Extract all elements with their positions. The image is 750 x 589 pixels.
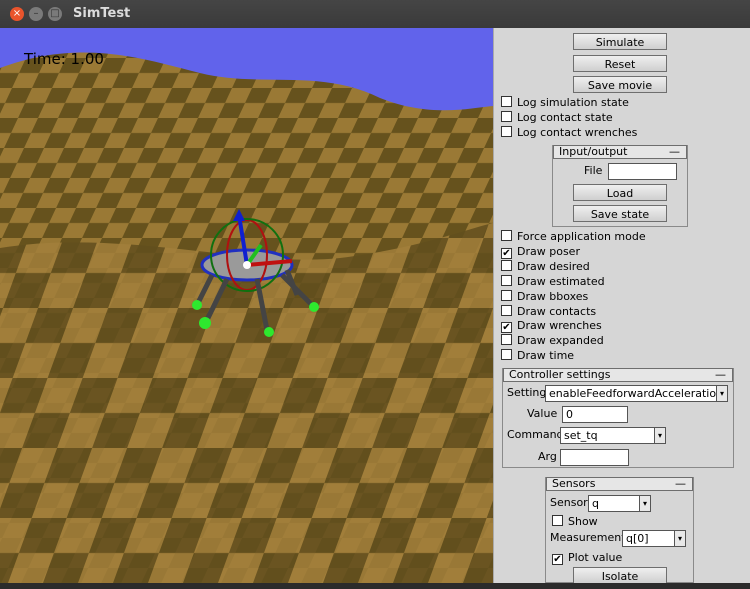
checkbox-label: Draw bboxes [517,289,589,303]
group-header[interactable]: Sensors — [546,477,693,491]
checkbox-box[interactable]: ✔ [501,247,512,259]
checkbox-box[interactable] [501,274,512,286]
checkbox-box[interactable] [501,96,512,107]
show-checkbox[interactable]: Show [552,515,598,529]
checkbox-box[interactable] [501,289,512,301]
checkbox-label: Draw wrenches [517,319,602,333]
simulation-viewport[interactable]: Time: 1.00 [0,28,493,583]
log-simulation-checkbox[interactable]: Log simulation state [501,96,629,110]
checkbox-label: Draw desired [517,259,590,273]
measurement-label: Measurement [550,531,626,544]
checkbox-label: Draw time [517,349,575,363]
control-panel: Simulate Reset Save movie Log simulation… [493,28,750,583]
arg-input[interactable] [560,449,629,466]
checkbox-box[interactable] [501,230,512,241]
isolate-button[interactable]: Isolate [573,567,667,583]
checkbox-label: Draw poser [517,244,580,258]
group-title: Sensors [552,477,596,490]
save-state-button[interactable]: Save state [573,205,667,222]
draw-option-checkbox[interactable]: Draw desired [501,259,590,274]
setting-dropdown[interactable]: enableFeedforwardAcceleration ▾ [545,385,728,402]
close-icon[interactable]: × [10,7,24,21]
sensor-label: Sensor [550,496,588,509]
group-title: Input/output [559,145,628,158]
value-label: Value [527,407,558,420]
load-button[interactable]: Load [573,184,667,201]
command-label: Command [507,428,564,441]
checkbox-label: Log contact state [517,111,613,124]
plot-value-checkbox[interactable]: ✔ Plot value [552,551,622,565]
draw-option-checkbox[interactable]: ✔ Draw wrenches [501,319,602,334]
checkbox-label: Draw expanded [517,334,604,348]
checkbox-label: Log simulation state [517,96,629,109]
file-label: File [584,164,603,177]
checkbox-box[interactable] [552,515,563,526]
draw-option-checkbox[interactable]: Draw time [501,349,574,363]
draw-option-checkbox[interactable]: Draw expanded [501,334,604,348]
minimize-icon[interactable]: – [29,7,43,21]
checkbox-box[interactable] [501,126,512,137]
maximize-icon[interactable]: □ [48,7,62,21]
checkbox-label: Plot value [568,551,623,564]
command-value: set_tq [564,429,598,442]
chevron-down-icon: ▾ [674,531,685,546]
draw-option-checkbox[interactable]: Force application mode [501,230,646,244]
measurement-dropdown[interactable]: q[0] ▾ [622,530,686,547]
log-contact-checkbox[interactable]: Log contact state [501,111,613,125]
checkbox-label: Log contact wrenches [517,126,638,139]
checkbox-box[interactable] [501,349,512,361]
file-input[interactable] [608,163,677,180]
collapse-icon[interactable]: — [669,146,680,158]
draw-option-checkbox[interactable]: Draw estimated [501,274,605,289]
sensors-group: Sensors — Sensor q ▾ Show Measurement q[… [545,477,694,583]
checkbox-box[interactable]: ✔ [501,322,512,334]
title-bar: × – □ SimTest [0,0,750,28]
save-movie-button[interactable]: Save movie [573,76,667,93]
checkbox-box[interactable] [501,334,512,346]
draw-option-checkbox[interactable]: ✔ Draw poser [501,245,580,259]
sensor-value: q [592,497,599,510]
chevron-down-icon: ▾ [716,386,727,401]
checkbox-box[interactable]: ✔ [552,554,563,565]
draw-option-checkbox[interactable]: Draw contacts [501,304,597,319]
checkbox-label: Draw contacts [517,304,597,318]
measurement-value: q[0] [626,532,649,545]
input-output-group: Input/output — File Load Save state [552,145,688,227]
terrain-scene [0,28,493,583]
value-input[interactable]: 0 [562,406,628,423]
checkbox-box[interactable] [501,259,512,271]
checkbox-label: Draw estimated [517,274,605,288]
simulate-button[interactable]: Simulate [573,33,667,50]
collapse-icon[interactable]: — [715,369,726,381]
checkbox-label: Force application mode [517,230,646,243]
setting-label: Setting [507,386,547,399]
group-header[interactable]: Controller settings — [503,368,733,382]
checkbox-box[interactable] [501,111,512,122]
time-label: Time: 1.00 [24,50,104,68]
chevron-down-icon: ▾ [639,496,650,511]
command-dropdown[interactable]: set_tq ▾ [560,427,666,444]
chevron-down-icon: ▾ [654,428,665,443]
arg-label: Arg [538,450,557,463]
log-wrenches-checkbox[interactable]: Log contact wrenches [501,126,637,140]
checkbox-box[interactable] [501,304,512,316]
reset-button[interactable]: Reset [573,55,667,72]
checkbox-label: Show [568,515,598,528]
draw-option-checkbox[interactable]: Draw bboxes [501,289,589,304]
setting-value: enableFeedforwardAcceleration [549,387,724,400]
sensor-dropdown[interactable]: q ▾ [588,495,651,512]
collapse-icon[interactable]: — [675,478,686,490]
group-header[interactable]: Input/output — [553,145,687,159]
group-title: Controller settings [509,368,611,381]
window-title: SimTest [73,6,131,21]
controller-settings-group: Controller settings — Setting enableFeed… [502,368,734,468]
